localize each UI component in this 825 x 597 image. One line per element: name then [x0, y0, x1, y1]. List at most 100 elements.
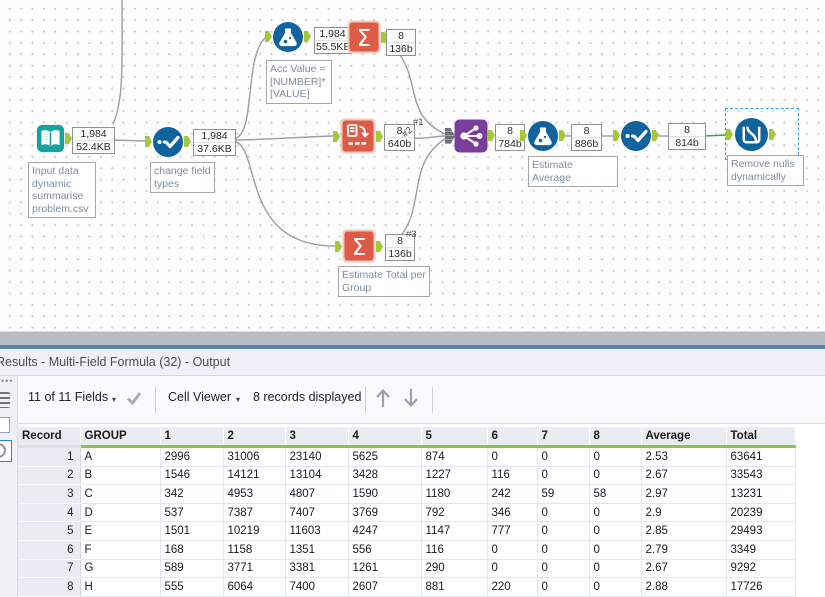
data-cell[interactable]: B	[80, 466, 161, 486]
select-tool-2[interactable]	[613, 120, 659, 152]
tool-caption[interactable]: Estimate Total per Group	[338, 266, 430, 297]
data-cell[interactable]: 2.9	[641, 503, 727, 523]
data-cell[interactable]: 874	[421, 446, 488, 467]
data-cell[interactable]: 0	[487, 540, 538, 560]
record-number-cell[interactable]: 2	[18, 466, 81, 486]
connection-wire-selected[interactable]	[703, 134, 728, 137]
table-row[interactable]: 5 E 1501 10219 11603 4247 1147 777 0 0 2.85 29493	[18, 521, 796, 541]
column-header-average[interactable]: Average	[641, 427, 727, 448]
data-cell[interactable]: 7387	[223, 503, 286, 523]
data-cell[interactable]: H	[80, 577, 161, 597]
data-cell[interactable]: 0	[589, 577, 642, 597]
table-row[interactable]: 6 F 168 1158 1351 556 116 0 0 0 2.79 3349	[18, 540, 796, 560]
data-cell[interactable]: 0	[589, 466, 642, 486]
connection-wire[interactable]	[231, 140, 336, 247]
data-cell[interactable]: 11603	[285, 521, 349, 541]
connection-wire[interactable]	[231, 135, 334, 141]
column-header-3[interactable]: 3	[285, 427, 349, 448]
apply-check-icon[interactable]	[126, 391, 142, 405]
data-cell[interactable]: 2996	[160, 446, 224, 467]
tool-caption[interactable]: change field types	[150, 162, 215, 193]
data-cell[interactable]: 4247	[348, 521, 422, 541]
data-cell[interactable]: 589	[160, 559, 224, 579]
data-cell[interactable]: 23140	[285, 446, 349, 467]
tool-caption[interactable]: Acc Value = [NUMBER]* [VALUE]	[266, 60, 332, 104]
data-cell[interactable]: D	[80, 503, 161, 523]
record-number-cell[interactable]: 4	[18, 503, 81, 523]
data-cell[interactable]: 342	[160, 484, 224, 504]
data-cell[interactable]: 3381	[285, 559, 349, 579]
data-cell[interactable]: 555	[160, 577, 224, 597]
join-multiple-tool[interactable]	[445, 119, 495, 153]
data-cell[interactable]: 0	[537, 466, 590, 486]
connections-menu-icon[interactable]	[0, 392, 10, 408]
formula-tool-2[interactable]	[520, 120, 566, 152]
data-cell[interactable]: 2.88	[641, 577, 727, 597]
summarize-tool[interactable]: Σ	[347, 19, 388, 55]
data-cell[interactable]: 9292	[726, 559, 796, 579]
fields-dropdown[interactable]: 11 of 11 Fields	[28, 390, 108, 404]
data-cell[interactable]: 792	[421, 503, 488, 523]
data-cell[interactable]: 20239	[726, 503, 796, 523]
data-cell[interactable]: 2.67	[641, 559, 727, 579]
table-row[interactable]: 7 G 589 3771 3381 1261 290 0 0 0 2.67 9292	[18, 559, 796, 579]
tool-annotation[interactable]: 1,984 37.6KB	[193, 129, 236, 156]
data-cell[interactable]: 63641	[726, 446, 796, 467]
data-cell[interactable]: 220	[487, 577, 538, 597]
record-number-cell[interactable]: 3	[18, 484, 81, 504]
data-cell[interactable]: 2.97	[641, 484, 727, 504]
data-cell[interactable]: 17726	[726, 577, 796, 597]
data-cell[interactable]: 0	[589, 521, 642, 541]
output-connection-button-selected[interactable]	[0, 440, 12, 462]
data-cell[interactable]: 0	[487, 446, 538, 467]
data-cell[interactable]: 10219	[223, 521, 286, 541]
data-cell[interactable]: 1227	[421, 466, 488, 486]
data-cell[interactable]: 0	[589, 559, 642, 579]
tool-annotation[interactable]: 8 814b	[668, 123, 706, 150]
tool-caption[interactable]: Remove nulls dynamically	[727, 155, 804, 186]
data-cell[interactable]: 0	[537, 521, 590, 541]
summarize-tool-2[interactable]: Σ	[335, 228, 383, 264]
connection-wire[interactable]	[412, 135, 446, 139]
tool-annotation[interactable]: 8 136b	[386, 29, 416, 56]
workflow-canvas[interactable]: 1,984 52.4KB Input data dynamic summaris…	[0, 0, 825, 331]
data-cell[interactable]: 0	[487, 559, 538, 579]
connection-wire[interactable]	[401, 138, 446, 235]
record-number-cell[interactable]: 1	[18, 446, 81, 467]
data-cell[interactable]: 0	[537, 559, 590, 579]
arrow-down-icon[interactable]	[402, 387, 420, 409]
data-cell[interactable]: 2607	[348, 577, 422, 597]
data-cell[interactable]: 290	[421, 559, 488, 579]
data-cell[interactable]: 116	[487, 466, 538, 486]
data-cell[interactable]: 0	[537, 577, 590, 597]
data-cell[interactable]: 777	[487, 521, 538, 541]
column-header-8[interactable]: 8	[589, 427, 642, 448]
data-cell[interactable]: 1546	[160, 466, 224, 486]
connection-wire[interactable]	[110, 139, 146, 142]
record-number-cell[interactable]: 8	[18, 577, 81, 597]
data-cell[interactable]: 0	[589, 446, 642, 467]
cell-viewer-dropdown[interactable]: Cell Viewer	[168, 390, 231, 404]
data-cell[interactable]: 1261	[348, 559, 422, 579]
column-header-group[interactable]: GROUP	[80, 427, 161, 448]
column-header-total[interactable]: Total	[726, 427, 796, 448]
data-cell[interactable]: 0	[589, 540, 642, 560]
data-cell[interactable]: 31006	[223, 446, 286, 467]
data-cell[interactable]: 168	[160, 540, 224, 560]
column-header-2[interactable]: 2	[223, 427, 286, 448]
data-cell[interactable]: E	[80, 521, 161, 541]
column-header-7[interactable]: 7	[537, 427, 590, 448]
data-cell[interactable]: 2.53	[641, 446, 727, 467]
data-cell[interactable]: C	[80, 484, 161, 504]
data-cell[interactable]: 13231	[726, 484, 796, 504]
data-cell[interactable]: 29493	[726, 521, 796, 541]
data-cell[interactable]: 346	[487, 503, 538, 523]
data-cell[interactable]: 13104	[285, 466, 349, 486]
column-header-5[interactable]: 5	[421, 427, 488, 448]
data-cell[interactable]: 4807	[285, 484, 349, 504]
data-cell[interactable]: 242	[487, 484, 538, 504]
chevron-down-icon[interactable]: ▾	[236, 395, 240, 404]
connection-wire[interactable]	[231, 37, 266, 140]
data-cell[interactable]: 0	[537, 446, 590, 467]
data-cell[interactable]: G	[80, 559, 161, 579]
